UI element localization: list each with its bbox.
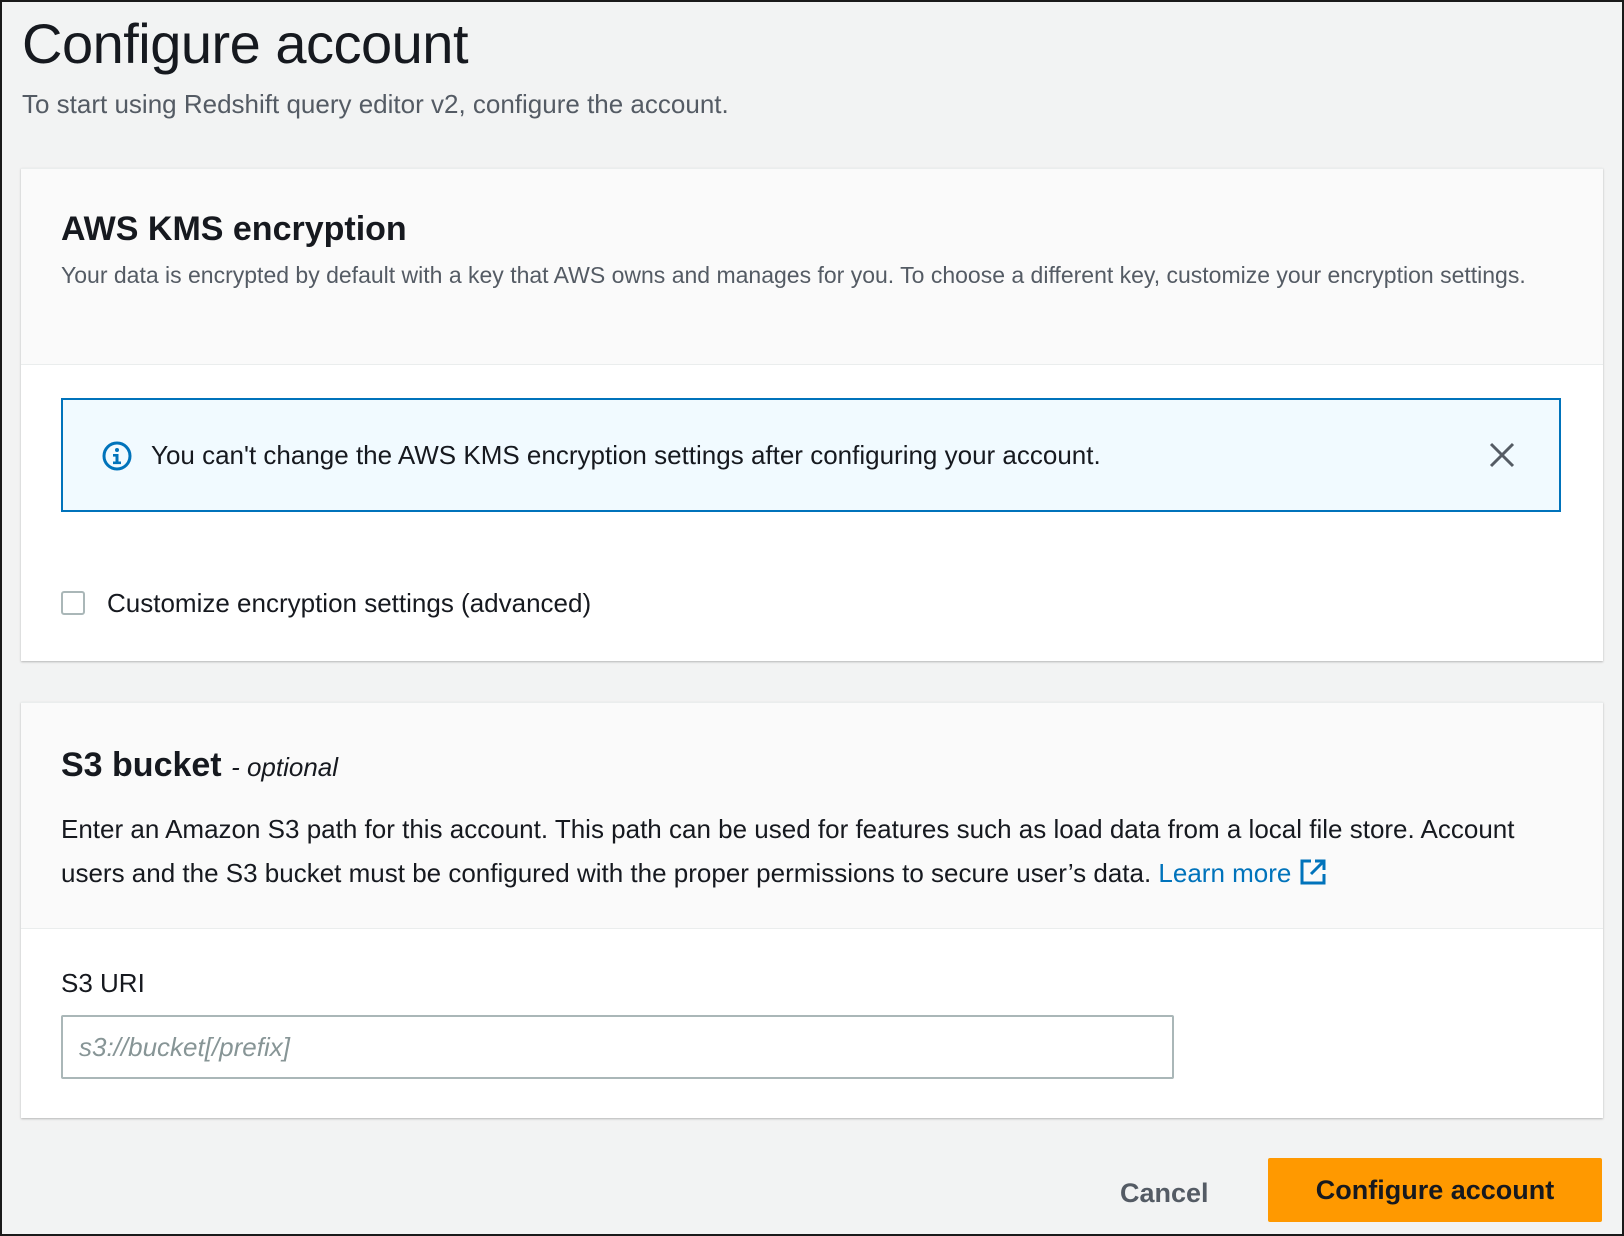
customize-encryption-checkbox[interactable] xyxy=(61,591,85,615)
kms-panel-description: Your data is encrypted by default with a… xyxy=(61,262,1526,288)
info-icon xyxy=(101,440,133,472)
page-subtitle: To start using Redshift query editor v2,… xyxy=(22,89,729,119)
s3-panel-description: Enter an Amazon S3 path for this account… xyxy=(61,807,1573,895)
s3-panel-title-text: S3 bucket xyxy=(61,746,222,784)
kms-encryption-panel: AWS KMS encryption Your data is encrypte… xyxy=(21,168,1603,661)
s3-bucket-panel: S3 bucket - optional Enter an Amazon S3 … xyxy=(21,702,1603,1118)
configure-account-button[interactable]: Configure account xyxy=(1268,1158,1602,1222)
learn-more-text[interactable]: Learn more xyxy=(1158,858,1291,888)
customize-encryption-row: Customize encryption settings (advanced) xyxy=(61,585,591,621)
s3-panel-title: S3 bucket - optional xyxy=(61,743,338,789)
learn-more-link[interactable]: Learn more xyxy=(1158,858,1327,888)
close-icon[interactable] xyxy=(1485,438,1519,472)
s3-uri-input[interactable] xyxy=(61,1015,1174,1079)
cancel-button[interactable]: Cancel xyxy=(1096,1162,1233,1224)
customize-encryption-label[interactable]: Customize encryption settings (advanced) xyxy=(107,585,591,621)
s3-uri-label: S3 URI xyxy=(61,968,145,998)
external-link-icon[interactable] xyxy=(1299,855,1327,885)
optional-label: - optional xyxy=(231,752,339,782)
kms-panel-header: AWS KMS encryption Your data is encrypte… xyxy=(21,169,1603,365)
kms-panel-title: AWS KMS encryption xyxy=(61,210,407,248)
info-alert: You can't change the AWS KMS encryption … xyxy=(61,398,1561,512)
page-title: Configure account xyxy=(22,12,469,75)
alert-message: You can't change the AWS KMS encryption … xyxy=(151,440,1101,470)
s3-panel-header: S3 bucket - optional Enter an Amazon S3 … xyxy=(21,703,1603,929)
